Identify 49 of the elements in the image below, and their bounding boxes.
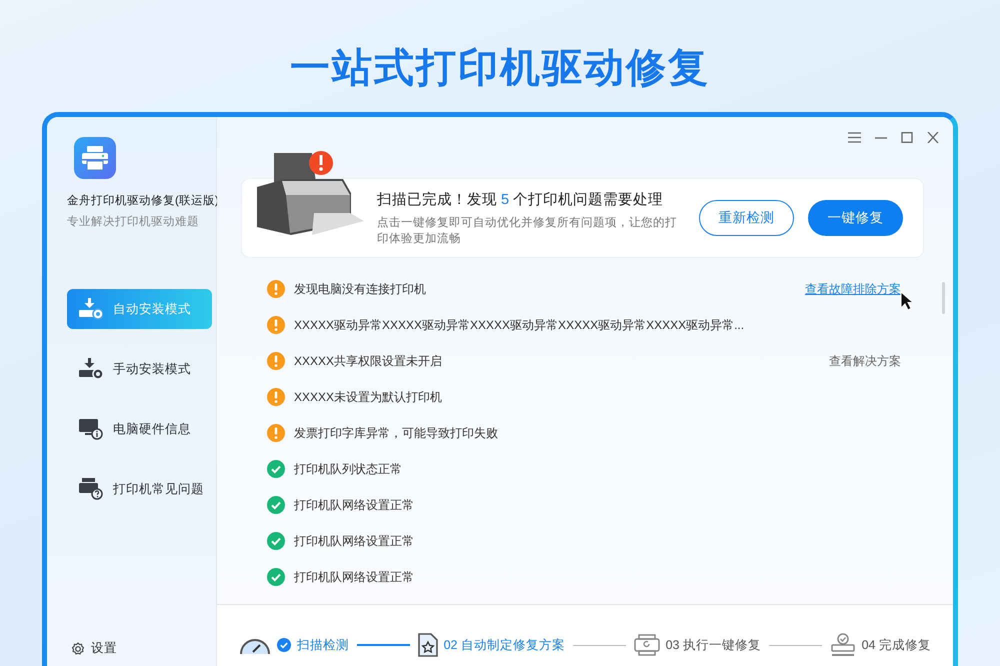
menu-icon[interactable] bbox=[848, 132, 861, 142]
sidebar-item[interactable]: 电脑硬件信息 bbox=[67, 409, 212, 449]
step-label: 03 执行一键修复 bbox=[666, 636, 761, 654]
check-circle-icon bbox=[267, 496, 285, 514]
step-label: 02 自动制定修复方案 bbox=[444, 636, 565, 654]
app-tagline: 专业解决打印机驱动难题 bbox=[67, 214, 200, 229]
issue-text: XXXXX驱动异常XXXXX驱动异常XXXXX驱动异常XXXXX驱动异常XXXXX驱动异常... bbox=[294, 316, 744, 334]
warning-icon bbox=[267, 352, 285, 370]
download-drive-icon bbox=[79, 358, 103, 380]
warning-icon bbox=[267, 280, 285, 298]
repair-button[interactable]: 一键修复 bbox=[808, 200, 903, 236]
solution-link[interactable]: 查看解决方案 bbox=[829, 352, 901, 370]
mouse-pointer-icon bbox=[900, 291, 913, 311]
issue-text: XXXXX共享权限设置未开启 bbox=[294, 352, 442, 370]
maximize-icon[interactable] bbox=[901, 132, 913, 142]
settings-button[interactable]: 设置 bbox=[67, 640, 117, 657]
scrollbar[interactable] bbox=[942, 282, 945, 314]
printer-question-icon bbox=[79, 478, 103, 500]
document-star-icon bbox=[418, 633, 438, 657]
page-headline: 一站式打印机驱动修复 bbox=[289, 45, 711, 92]
printer-refresh-icon bbox=[634, 634, 660, 656]
issue-text: 打印机队列状态正常 bbox=[294, 460, 402, 478]
gauge-icon bbox=[239, 636, 271, 654]
check-circle-icon bbox=[267, 460, 285, 478]
issue-text: XXXXX未设置为默认打印机 bbox=[294, 388, 442, 406]
app-logo-icon bbox=[74, 137, 116, 179]
issue-text: 发现电脑没有连接打印机 bbox=[294, 280, 426, 298]
issue-text: 打印机队网络设置正常 bbox=[294, 532, 414, 550]
scan-result-description: 点击一键修复即可自动优化并修复所有问题项，让您的打印体验更加流畅 bbox=[377, 216, 677, 246]
step-label: 04 完成修复 bbox=[862, 636, 931, 654]
issue-text: 打印机队网络设置正常 bbox=[294, 568, 414, 586]
issue-text: 打印机队网络设置正常 bbox=[294, 496, 414, 514]
close-icon[interactable] bbox=[927, 132, 939, 142]
sidebar-item[interactable]: 手动安装模式 bbox=[67, 349, 212, 389]
stamp-check-icon bbox=[830, 633, 856, 657]
check-circle-icon bbox=[267, 532, 285, 550]
warning-icon bbox=[267, 316, 285, 334]
settings-icon bbox=[71, 642, 85, 656]
rescan-button[interactable]: 重新检测 bbox=[699, 200, 794, 236]
sidebar-item[interactable]: 打印机常见问题 bbox=[67, 469, 212, 509]
warning-icon bbox=[267, 388, 285, 406]
step-label: 扫描检测 bbox=[297, 636, 349, 654]
check-circle-icon bbox=[267, 568, 285, 586]
warning-icon bbox=[267, 424, 285, 442]
issue-text: 发票打印字库异常，可能导致打印失败 bbox=[294, 424, 498, 442]
download-drive-icon bbox=[79, 298, 103, 320]
monitor-info-icon bbox=[79, 418, 103, 440]
scan-result-title: 扫描已完成！发现 5 个打印机问题需要处理 bbox=[377, 190, 664, 208]
troubleshoot-link[interactable]: 查看故障排除方案 bbox=[805, 280, 901, 298]
